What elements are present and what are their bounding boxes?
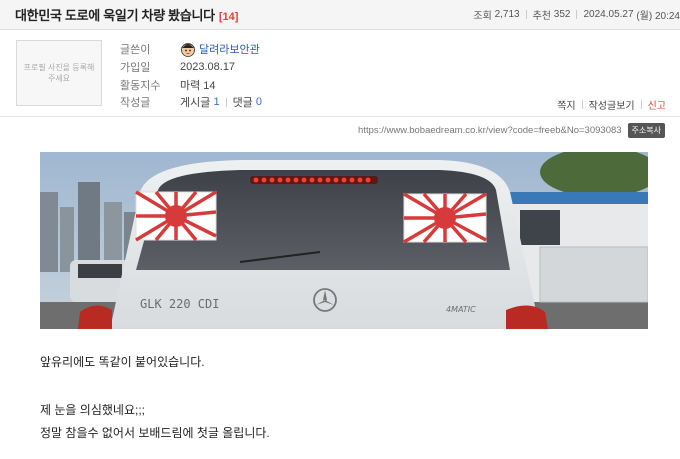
posts-label: 작성글: [120, 97, 151, 109]
activity-row: 활동지수 마력 14: [120, 77, 216, 93]
brake-light-strip: [250, 176, 378, 184]
report-button[interactable]: 신고: [648, 97, 666, 112]
recommend-label: 추천: [532, 11, 552, 22]
post-url-line: https://www.bobaedream.co.kr/view?code=f…: [358, 123, 665, 138]
posts-count[interactable]: 1: [213, 96, 219, 108]
avatar-icon: [181, 43, 195, 57]
posts-row: 작성글 게시글 1 댓글 0: [120, 94, 262, 110]
divider: [525, 10, 527, 19]
author-info: 프로필 사진을 등록해주세요 글쓴이 달려라보안관 가입일 2023.08.17…: [0, 31, 680, 117]
views-count: 2,713: [494, 9, 520, 20]
post-title-wrap: 대한민국 도로에 욱일기 차량 봤습니다 [14]: [15, 5, 238, 25]
message-button[interactable]: 쪽지: [557, 97, 575, 112]
post-meta: 조회 2,713 추천 352 2024.05.27 (월) 20:24: [473, 7, 680, 22]
flag-sticker-right: [403, 192, 487, 244]
divider: [640, 100, 642, 109]
views-label: 조회: [473, 11, 492, 22]
view-posts-button[interactable]: 작성글보기: [589, 97, 635, 112]
comment-count[interactable]: [14]: [219, 11, 239, 23]
author-nickname[interactable]: 달려라보안관: [199, 41, 260, 57]
profile-photo-placeholder: 프로필 사진을 등록해주세요: [16, 40, 102, 106]
posts-text[interactable]: 게시글: [180, 94, 210, 110]
comments-count[interactable]: 0: [256, 96, 262, 108]
post-time: (월) 20:24: [636, 11, 680, 22]
post-title: 대한민국 도로에 욱일기 차량 봤습니다: [15, 7, 215, 23]
writer-label: 글쓴이: [120, 44, 151, 56]
author-actions: 쪽지 작성글보기 신고: [557, 97, 666, 112]
post-date: 2024.05.27: [583, 9, 634, 20]
flag-sticker-left: [135, 190, 217, 242]
4matic-badge: 4MATIC: [446, 305, 476, 314]
divider: [581, 100, 583, 109]
model-badge: GLK 220 CDI: [140, 297, 219, 311]
activity-label: 활동지수: [120, 80, 161, 92]
post-image: GLK 220 CDI 4MATIC: [40, 152, 648, 329]
recommend-count: 352: [553, 9, 571, 20]
car-rear-photo: GLK 220 CDI 4MATIC: [40, 152, 648, 329]
divider: [576, 10, 578, 19]
content-line-3: 정말 참을수 없어서 보배드림에 첫글 올립니다.: [40, 426, 270, 440]
divider: [225, 97, 227, 107]
post-title-bar: 대한민국 도로에 욱일기 차량 봤습니다 [14] 조회 2,713 추천 352…: [0, 0, 680, 30]
joined-label: 가입일: [120, 62, 151, 74]
joined-row: 가입일 2023.08.17: [120, 59, 235, 75]
copy-url-button[interactable]: 주소복사: [627, 123, 665, 138]
comments-text[interactable]: 댓글: [233, 94, 253, 110]
content-line-2: 제 눈을 의심했네요;;;: [40, 403, 145, 417]
activity-value: 마력 14: [180, 80, 216, 92]
writer-row: 글쓴이 달려라보안관: [120, 41, 260, 57]
joined-date: 2023.08.17: [180, 61, 236, 73]
post-url[interactable]: https://www.bobaedream.co.kr/view?code=f…: [358, 125, 622, 136]
content-line-1: 앞유리에도 똑같이 붙어있습니다.: [40, 355, 205, 369]
